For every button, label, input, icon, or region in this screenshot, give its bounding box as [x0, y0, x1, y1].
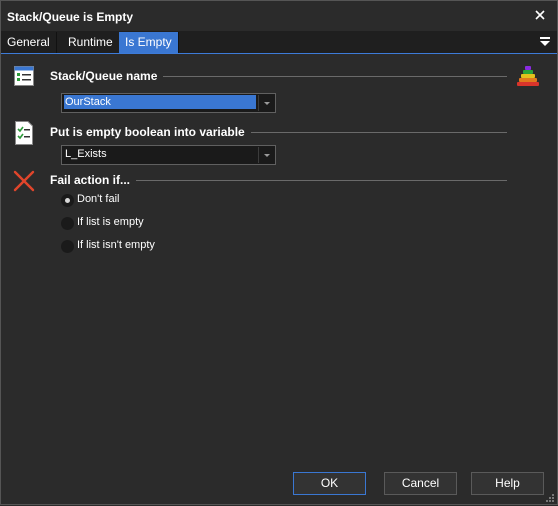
chevron-down-icon[interactable] — [258, 147, 274, 163]
cancel-button[interactable]: Cancel — [384, 472, 457, 495]
dialog-window: Stack/Queue is Empty General Runtime Is … — [0, 0, 558, 505]
radio-button[interactable] — [61, 217, 74, 230]
close-button[interactable] — [531, 6, 549, 24]
stack-queue-name-select[interactable]: OurStack — [61, 93, 276, 113]
dialog-title: Stack/Queue is Empty — [7, 10, 134, 24]
tab-general[interactable]: General — [1, 32, 57, 53]
tab-menu-button[interactable] — [539, 34, 553, 50]
radio-label: Don't fail — [77, 193, 120, 205]
section-title-stack-queue: Stack/Queue name — [50, 69, 164, 83]
radio-button[interactable] — [61, 194, 74, 207]
resize-grip-icon[interactable] — [545, 492, 555, 502]
radio-button[interactable] — [61, 240, 74, 253]
form-list-icon — [14, 66, 34, 86]
pyramid-icon[interactable] — [516, 65, 540, 87]
fail-x-icon — [13, 170, 35, 192]
section-title-boolean-var: Put is empty boolean into variable — [50, 125, 251, 139]
menu-icon — [540, 37, 550, 46]
radio-label: If list is empty — [77, 216, 144, 228]
boolean-variable-select[interactable]: L_Exists — [61, 145, 276, 165]
section-title-fail-action: Fail action if... — [50, 173, 137, 187]
radio-label: If list isn't empty — [77, 239, 155, 251]
checklist-icon — [15, 121, 33, 145]
boolean-variable-value: L_Exists — [65, 148, 107, 160]
tab-runtime[interactable]: Runtime — [62, 32, 120, 53]
tab-bar: General Runtime Is Empty — [1, 31, 557, 54]
title-bar[interactable]: Stack/Queue is Empty — [1, 1, 557, 32]
stack-queue-name-value: OurStack — [64, 95, 256, 109]
tab-is-empty[interactable]: Is Empty — [119, 32, 179, 53]
chevron-down-icon[interactable] — [258, 95, 274, 111]
ok-button[interactable]: OK — [293, 472, 366, 495]
close-icon — [535, 10, 545, 20]
help-button[interactable]: Help — [471, 472, 544, 495]
